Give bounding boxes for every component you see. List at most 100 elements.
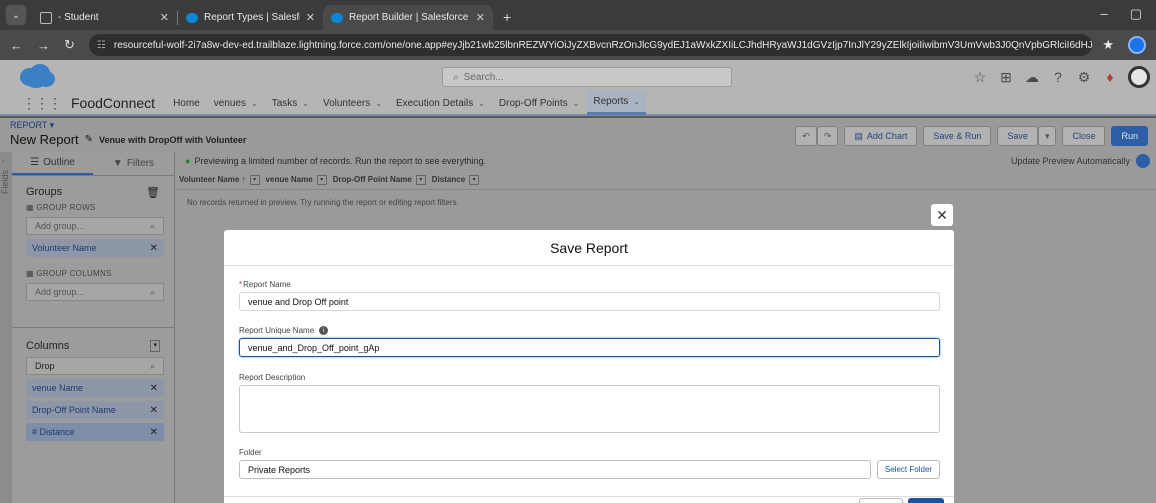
- gear-icon[interactable]: ⚙: [1076, 69, 1092, 85]
- modal-cancel-button[interactable]: [859, 498, 903, 503]
- close-icon[interactable]: ✕: [476, 11, 485, 24]
- remove-icon[interactable]: ✕: [150, 383, 158, 394]
- group-rows-text: GROUP ROWS: [36, 203, 96, 212]
- save-report-modal: Save Report * Report Name venue and Drop …: [224, 230, 954, 503]
- notifications-bell-icon[interactable]: ♦: [1102, 69, 1118, 85]
- modal-save-button[interactable]: [908, 498, 944, 503]
- add-icon[interactable]: ⊞: [998, 69, 1014, 85]
- minimize-icon[interactable]: –: [1100, 6, 1107, 22]
- tab-outline[interactable]: ☰ Outline: [12, 152, 93, 175]
- chevron-down-icon[interactable]: ⌄: [573, 99, 580, 108]
- column-header-label: venue Name: [265, 175, 313, 184]
- salesforce-logo-icon[interactable]: [18, 63, 56, 89]
- info-icon[interactable]: i: [319, 326, 329, 335]
- chevron-down-icon[interactable]: ⌄: [251, 99, 258, 108]
- close-button[interactable]: Close: [1062, 126, 1106, 146]
- column-pill[interactable]: # Distance ✕: [26, 423, 164, 441]
- nav-item-reports[interactable]: Reports ⌄: [587, 91, 647, 115]
- trash-icon[interactable]: 🗑: [146, 186, 160, 199]
- column-label: Drop-Off Point Name: [32, 405, 116, 415]
- save-menu-button[interactable]: ▾: [1037, 126, 1057, 146]
- url-field[interactable]: ☷ resourceful-wolf-2i7a8w-dev-ed.trailbl…: [88, 34, 1093, 56]
- back-icon[interactable]: ←: [10, 38, 23, 53]
- browser-tab-student[interactable]: - Student ✕: [32, 5, 177, 30]
- column-pill[interactable]: venue Name ✕: [26, 379, 164, 397]
- chevron-down-icon[interactable]: ⌄: [633, 97, 640, 106]
- check-circle-icon: ●: [185, 156, 191, 166]
- column-header[interactable]: Volunteer Name ↑ ▾: [179, 174, 260, 185]
- report-unique-name-input[interactable]: venue_and_Drop_Off_point_gAp: [239, 338, 940, 357]
- nav-item-venues[interactable]: venues ⌄: [214, 91, 258, 115]
- new-tab-icon[interactable]: +: [493, 9, 521, 30]
- add-group-placeholder: Add group...: [35, 287, 85, 297]
- chevron-down-icon[interactable]: ▾: [150, 340, 160, 352]
- add-group-columns-input[interactable]: Add group... ⌕: [26, 283, 164, 301]
- add-group-rows-input[interactable]: Add group... ⌕: [26, 217, 164, 235]
- browser-tab-report-builder[interactable]: Report Builder | Salesforce ✕: [323, 5, 493, 30]
- modal-title: Save Report: [224, 230, 954, 266]
- chevron-down-icon[interactable]: ▾: [249, 174, 260, 185]
- report-description-textarea[interactable]: [239, 385, 940, 433]
- restore-icon[interactable]: ▢: [1130, 6, 1142, 22]
- column-header[interactable]: Distance ▾: [432, 174, 480, 185]
- nav-item-drop-off-points[interactable]: Drop-Off Points ⌄: [499, 91, 579, 115]
- redo-button[interactable]: ↷: [816, 126, 839, 146]
- nav-item-home[interactable]: Home: [173, 91, 200, 115]
- trailhead-icon[interactable]: ☁: [1024, 69, 1040, 85]
- filter-icon: ▼: [112, 158, 123, 169]
- modal-close-button[interactable]: ✕: [931, 204, 953, 226]
- remove-icon[interactable]: ✕: [150, 427, 158, 438]
- browser-tab-report-types[interactable]: Report Types | Salesforce ✕: [178, 5, 323, 30]
- close-icon[interactable]: ✕: [306, 11, 315, 24]
- select-folder-button[interactable]: Select Folder: [877, 460, 940, 479]
- user-avatar[interactable]: [1128, 66, 1150, 88]
- global-search-input[interactable]: ⌕ Search...: [442, 67, 732, 87]
- chevron-down-icon[interactable]: ▾: [316, 174, 327, 185]
- close-icon[interactable]: ✕: [160, 11, 169, 24]
- tab-label: Report Builder | Salesforce: [349, 12, 469, 23]
- group-rows-label: ▦ GROUP ROWS: [12, 199, 174, 212]
- nav-items: Home venues ⌄ Tasks ⌄ Volunteers ⌄ Execution De…: [173, 91, 660, 115]
- report-name-input[interactable]: venue and Drop Off point: [239, 292, 940, 311]
- tab-search-icon[interactable]: ⌄: [6, 5, 26, 25]
- fields-panel-toggle[interactable]: › Fields: [0, 152, 12, 503]
- chevron-down-icon[interactable]: ⌄: [478, 99, 485, 108]
- site-info-icon[interactable]: ☷: [97, 40, 106, 51]
- run-button[interactable]: Run: [1111, 126, 1148, 146]
- report-object-label[interactable]: REPORT ▾: [10, 120, 54, 131]
- nav-item-tasks[interactable]: Tasks ⌄: [272, 91, 309, 115]
- edit-pencil-icon[interactable]: ✎: [85, 134, 93, 145]
- chevron-down-icon[interactable]: ▾: [469, 174, 480, 185]
- nav-item-volunteers[interactable]: Volunteers ⌄: [323, 91, 382, 115]
- bookmark-star-icon[interactable]: ★: [1102, 37, 1114, 53]
- preview-column-headers: Volunteer Name ↑ ▾ venue Name ▾ Drop-Off P…: [175, 170, 1156, 190]
- forward-icon[interactable]: →: [37, 38, 50, 53]
- column-header[interactable]: venue Name ▾: [265, 174, 327, 185]
- column-pill[interactable]: Drop-Off Point Name ✕: [26, 401, 164, 419]
- chevron-down-icon[interactable]: ▾: [415, 174, 426, 185]
- reload-icon[interactable]: ↻: [64, 37, 75, 53]
- chevron-down-icon: ▾: [1044, 130, 1050, 141]
- nav-item-execution-details[interactable]: Execution Details ⌄: [396, 91, 485, 115]
- remove-icon[interactable]: ✕: [150, 405, 158, 416]
- save-and-run-button[interactable]: Save & Run: [923, 126, 992, 146]
- update-preview-toggle[interactable]: Update Preview Automatically: [1011, 154, 1150, 168]
- tab-filters[interactable]: ▼ Filters: [93, 152, 174, 175]
- group-row-pill[interactable]: Volunteer Name ✕: [26, 239, 164, 257]
- help-icon[interactable]: ?: [1050, 69, 1066, 85]
- tab-filters-label: Filters: [126, 158, 155, 169]
- undo-button[interactable]: ↶: [795, 126, 817, 146]
- profile-avatar-icon[interactable]: [1128, 36, 1146, 54]
- save-button[interactable]: Save: [997, 126, 1038, 146]
- column-label: # Distance: [32, 427, 75, 437]
- favorites-star-icon[interactable]: ☆: [972, 69, 988, 85]
- search-icon: ⌕: [453, 71, 459, 83]
- add-chart-button[interactable]: ▤ Add Chart: [844, 126, 918, 146]
- app-launcher-icon[interactable]: ⋮⋮⋮: [22, 95, 62, 112]
- chevron-down-icon[interactable]: ⌄: [375, 99, 382, 108]
- column-header[interactable]: Drop-Off Point Name ▾: [333, 174, 426, 185]
- chevron-down-icon[interactable]: ⌄: [302, 99, 309, 108]
- folder-input[interactable]: Private Reports: [239, 460, 871, 479]
- remove-icon[interactable]: ✕: [150, 243, 158, 254]
- columns-search-input[interactable]: Drop ⌕: [26, 357, 164, 375]
